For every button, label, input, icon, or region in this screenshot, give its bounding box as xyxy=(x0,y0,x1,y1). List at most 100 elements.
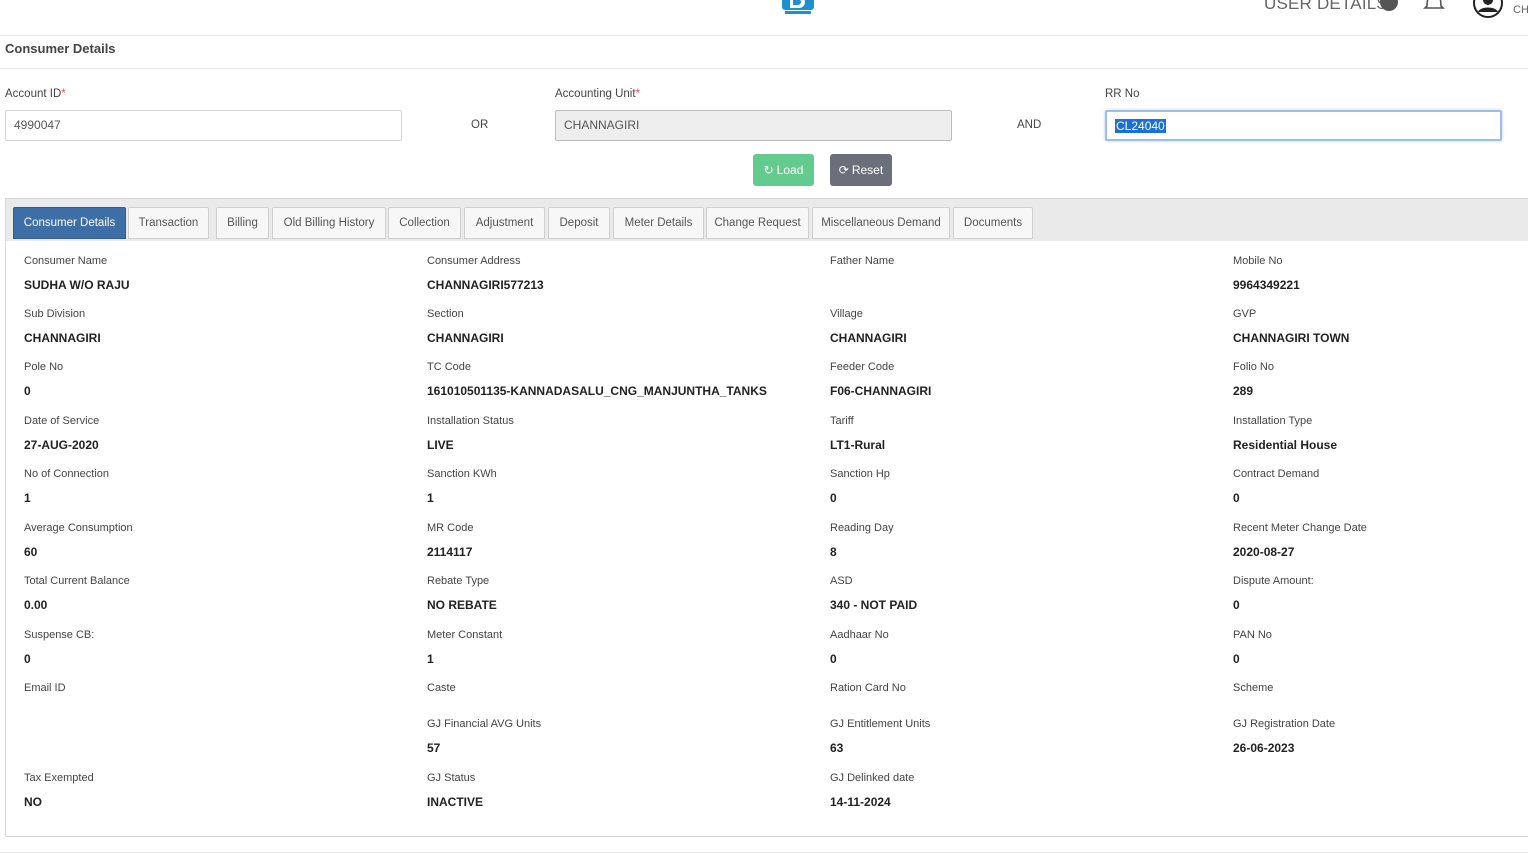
field-label: Installation Status xyxy=(427,415,514,427)
field-value: NO REBATE xyxy=(427,598,497,612)
field-label: Aadhaar No xyxy=(830,629,889,641)
detail-field: ASD 340 - NOT PAID xyxy=(830,575,917,612)
detail-field: GJ Delinked date 14-11-2024 xyxy=(830,772,914,809)
field-value: 63 xyxy=(830,741,844,755)
tab-deposit[interactable]: Deposit xyxy=(548,207,610,239)
detail-field: GVP CHANNAGIRI TOWN xyxy=(1233,308,1349,345)
detail-field: Tariff LT1-Rural xyxy=(830,415,885,452)
field-value: CHANNAGIRI xyxy=(427,331,504,345)
field-label: Installation Type xyxy=(1233,415,1313,427)
tab-meter-details[interactable]: Meter Details xyxy=(613,207,704,239)
detail-field: No of Connection 1 xyxy=(24,468,109,505)
field-label: Suspense CB: xyxy=(24,629,95,641)
field-label: Caste xyxy=(427,682,456,694)
field-label: Father Name xyxy=(830,255,895,267)
tab-collection[interactable]: Collection xyxy=(388,207,461,239)
load-button[interactable]: ↻ Load xyxy=(753,154,814,186)
field-value: CHANNAGIRI TOWN xyxy=(1233,331,1350,345)
detail-field: Consumer Name SUDHA W/O RAJU xyxy=(24,255,130,292)
field-value: 1 xyxy=(427,652,434,666)
field-value: 0 xyxy=(830,491,837,505)
user-name-fragment: CH xyxy=(1513,4,1528,16)
detail-field: Village CHANNAGIRI xyxy=(830,308,907,345)
field-label: Pole No xyxy=(24,361,64,373)
field-value: 1 xyxy=(24,491,31,505)
field-value: 289 xyxy=(1233,384,1254,398)
detail-field: Email ID xyxy=(24,682,66,705)
detail-field: Sub Division CHANNAGIRI xyxy=(24,308,101,345)
tab-documents[interactable]: Documents xyxy=(953,207,1033,239)
accounting-unit-input[interactable]: CHANNAGIRI xyxy=(555,110,952,141)
field-label: Sanction KWh xyxy=(427,468,497,480)
detail-field: Feeder Code F06-CHANNAGIRI xyxy=(830,361,931,398)
spinner-icon: ↻ xyxy=(763,163,774,177)
field-value: 340 - NOT PAID xyxy=(830,598,918,612)
footer-divider xyxy=(0,852,1528,853)
detail-field: PAN No 0 xyxy=(1233,629,1272,666)
field-value: LIVE xyxy=(427,438,454,452)
reset-button[interactable]: ⟳ Reset xyxy=(830,154,892,186)
page-title: Consumer Details xyxy=(5,41,116,56)
detail-field: GJ Entitlement Units 63 xyxy=(830,718,930,755)
field-label: TC Code xyxy=(427,361,472,373)
detail-field: Caste xyxy=(427,682,456,705)
field-label: GJ Status xyxy=(427,772,476,784)
tab-miscellaneous-demand[interactable]: Miscellaneous Demand xyxy=(812,207,950,239)
detail-field: Reading Day 8 xyxy=(830,522,894,559)
detail-field: Meter Constant 1 xyxy=(427,629,502,666)
field-value: 8 xyxy=(830,545,837,559)
field-label: GJ Registration Date xyxy=(1233,718,1336,730)
field-value: LT1-Rural xyxy=(830,438,886,452)
field-label: Email ID xyxy=(24,682,66,694)
tab-adjustment[interactable]: Adjustment xyxy=(464,207,545,239)
field-label: Average Consumption xyxy=(24,522,133,534)
detail-field: Tax Exempted NO xyxy=(24,772,94,809)
field-label: Ration Card No xyxy=(830,682,906,694)
detail-field: GJ Status INACTIVE xyxy=(427,772,483,809)
field-value: 26-06-2023 xyxy=(1233,741,1295,755)
field-value: 0 xyxy=(1233,491,1240,505)
tab-transaction[interactable]: Transaction xyxy=(128,207,209,239)
field-value: 14-11-2024 xyxy=(830,795,891,809)
field-value: 2114117 xyxy=(427,545,473,559)
field-label: Rebate Type xyxy=(427,575,490,587)
field-value: 161010501135-KANNADASALU_CNG_MANJUNTHA_T… xyxy=(427,384,767,398)
detail-field: Father Name xyxy=(830,255,894,278)
field-value: NO xyxy=(24,795,42,809)
field-label: GVP xyxy=(1233,308,1257,320)
detail-field: Date of Service 27-AUG-2020 xyxy=(24,415,99,452)
and-label: AND xyxy=(1017,119,1042,131)
load-button-label: Load xyxy=(776,163,804,177)
tab-consumer-details[interactable]: Consumer Details xyxy=(13,207,126,239)
field-label: GJ Financial AVG Units xyxy=(427,718,542,730)
field-label: Date of Service xyxy=(24,415,100,427)
tab-billing[interactable]: Billing xyxy=(216,207,269,239)
user-avatar-icon[interactable] xyxy=(1472,0,1504,18)
field-value: 0 xyxy=(1233,598,1240,612)
field-value: CHANNAGIRI xyxy=(24,331,101,345)
notification-bell-icon[interactable] xyxy=(1423,0,1445,12)
detail-field: TC Code 161010501135-KANNADASALU_CNG_MANJ… xyxy=(427,361,767,398)
field-value: 0 xyxy=(830,652,837,666)
detail-field: GJ Registration Date 26-06-2023 xyxy=(1233,718,1335,755)
field-value: SUDHA W/O RAJU xyxy=(24,278,130,292)
rr-no-input[interactable]: CL24040 xyxy=(1105,110,1502,141)
reset-button-label: Reset xyxy=(851,163,884,177)
rr-no-label: RR No xyxy=(1105,88,1140,100)
detail-field: Contract Demand 0 xyxy=(1233,468,1319,505)
tab-old-billing-history[interactable]: Old Billing History xyxy=(272,207,386,239)
field-value: 1 xyxy=(427,491,434,505)
user-details-menu[interactable]: USER DETAILS xyxy=(1264,0,1388,14)
account-id-input[interactable]: 4990047 xyxy=(5,110,402,141)
required-mark: * xyxy=(635,88,641,100)
detail-field: Ration Card No xyxy=(830,682,906,705)
field-label: Tariff xyxy=(830,415,854,427)
tab-change-request[interactable]: Change Request xyxy=(706,207,809,239)
field-value: Residential House xyxy=(1233,438,1338,452)
account-id-label: Account ID* xyxy=(5,88,66,100)
detail-field: MR Code 2114117 xyxy=(427,522,473,559)
field-value: 2020-08-27 xyxy=(1233,545,1295,559)
detail-field: GJ Financial AVG Units 57 xyxy=(427,718,541,755)
accounting-unit-label: Accounting Unit* xyxy=(555,88,641,100)
field-label: Scheme xyxy=(1233,682,1274,694)
